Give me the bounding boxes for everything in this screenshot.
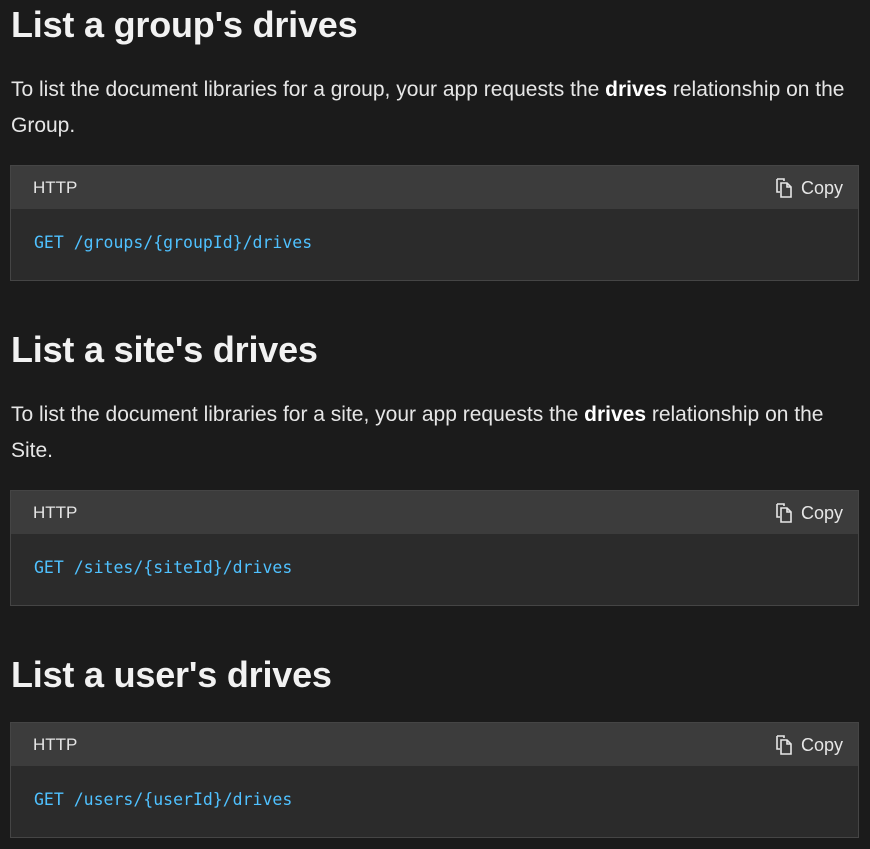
desc-text: To list the document libraries for a gro… <box>11 78 606 101</box>
copy-icon <box>776 178 792 198</box>
copy-label: Copy <box>800 177 843 198</box>
heading-site-drives: List a site's drives <box>11 329 318 370</box>
code-header: HTTP Copy <box>11 723 858 766</box>
copy-label: Copy <box>800 734 843 755</box>
code-language-label: HTTP <box>33 178 78 197</box>
code-line: GET /groups/{groupId}/drives <box>34 233 313 252</box>
copy-icon <box>776 503 792 523</box>
code-header: HTTP Copy <box>11 491 858 534</box>
copy-icon <box>776 735 792 755</box>
code-language-label: HTTP <box>33 735 78 754</box>
code-line: GET /sites/{siteId}/drives <box>34 558 293 577</box>
copy-button[interactable]: Copy <box>775 501 843 525</box>
description-group-drives: To list the document libraries for a gro… <box>11 72 863 144</box>
code-block-site-drives: HTTP Copy GET /sites/{siteId}/drives <box>10 490 859 606</box>
desc-bold-drives: drives <box>605 78 668 101</box>
code-header: HTTP Copy <box>11 166 858 209</box>
desc-bold-drives: drives <box>584 403 646 426</box>
copy-button[interactable]: Copy <box>775 176 843 200</box>
code-language-label: HTTP <box>33 503 78 522</box>
heading-group-drives: List a group's drives <box>11 4 358 45</box>
code-line: GET /users/{userId}/drives <box>34 790 293 809</box>
copy-button[interactable]: Copy <box>775 733 843 757</box>
code-block-group-drives: HTTP Copy GET /groups/{groupId}/drives <box>10 165 859 281</box>
code-block-user-drives: HTTP Copy GET /users/{userId}/drives <box>10 722 859 838</box>
heading-user-drives: List a user's drives <box>11 654 332 695</box>
desc-text: To list the document libraries for a sit… <box>11 403 585 426</box>
description-site-drives: To list the document libraries for a sit… <box>11 397 863 469</box>
copy-label: Copy <box>800 502 843 523</box>
